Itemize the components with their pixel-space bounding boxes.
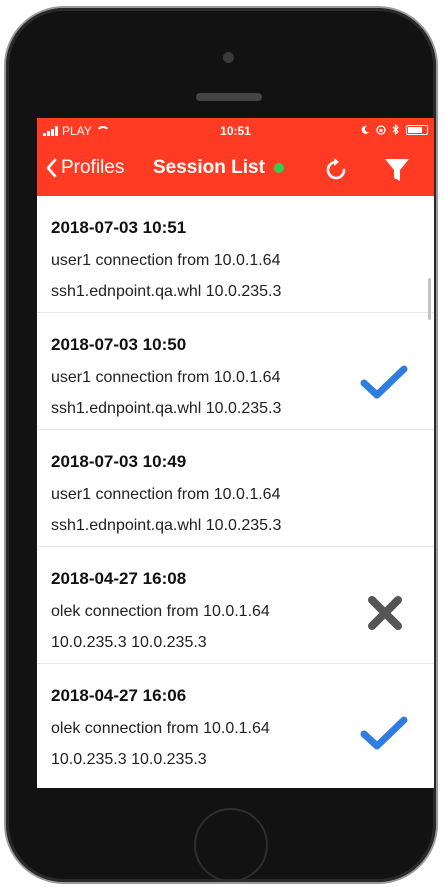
moon-icon [361,125,369,134]
session-time: 2018-07-03 10:49 [51,452,187,471]
session-host: ssh1.ednpoint.qa.whl 10.0.235.3 [51,283,282,300]
filter-button[interactable] [383,156,411,189]
lock-rotation-icon [376,124,386,135]
session-row-4[interactable]: 2018-04-27 16:06 olek connection from 10… [37,664,434,781]
session-host: ssh1.ednpoint.qa.whl 10.0.235.3 [51,517,282,534]
session-time: 2018-04-27 16:08 [51,569,187,588]
session-connection: olek connection from 10.0.1.64 [51,603,270,620]
nav-bar: Profiles Session List [37,144,434,196]
battery-icon [406,124,428,135]
home-button[interactable] [194,808,268,882]
scrollbar[interactable] [428,278,431,320]
session-list[interactable]: 2018-07-03 10:51 user1 connection from 1… [37,196,434,781]
session-host: 10.0.235.3 10.0.235.3 [51,634,207,651]
phone-frame: PLAY 10:51 Profiles Session List 2018-07… [6,8,436,882]
back-button[interactable]: Profiles [45,157,124,179]
camera-icon [223,52,234,63]
session-row-3[interactable]: 2018-04-27 16:08 olek connection from 10… [37,547,434,664]
back-label: Profiles [61,157,125,178]
session-row-0[interactable]: 2018-07-03 10:51 user1 connection from 1… [37,196,434,313]
session-time: 2018-07-03 10:51 [51,218,187,237]
session-time: 2018-04-27 16:06 [51,686,187,705]
session-connection: user1 connection from 10.0.1.64 [51,369,281,386]
page-title-group: Session List [153,157,284,179]
session-connection: olek connection from 10.0.1.64 [51,720,270,737]
session-row-1[interactable]: 2018-07-03 10:50 user1 connection from 1… [37,313,434,430]
status-right [360,124,428,135]
speaker-grille [196,93,262,101]
session-connection: user1 connection from 10.0.1.64 [51,252,281,269]
page-title: Session List [153,157,265,178]
session-connection: user1 connection from 10.0.1.64 [51,486,281,503]
session-host: ssh1.ednpoint.qa.whl 10.0.235.3 [51,400,282,417]
status-dot-online [273,163,284,173]
checkmark-icon [359,714,409,757]
refresh-icon [326,158,346,180]
refresh-button[interactable] [323,157,349,188]
session-host: 10.0.235.3 10.0.235.3 [51,751,207,768]
screen: PLAY 10:51 Profiles Session List 2018-07… [37,118,434,788]
chevron-left-icon [46,158,57,178]
cross-icon [365,593,405,638]
checkmark-icon [359,363,409,406]
session-time: 2018-07-03 10:50 [51,335,187,354]
bluetooth-icon [392,124,399,135]
status-bar: PLAY 10:51 [37,118,434,144]
session-row-2[interactable]: 2018-07-03 10:49 user1 connection from 1… [37,430,434,547]
filter-icon [385,159,409,181]
